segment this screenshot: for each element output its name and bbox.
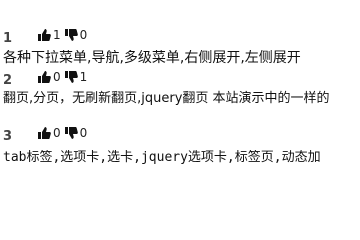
- item-index: 2: [3, 73, 13, 88]
- dislike-count: 1: [79, 70, 88, 84]
- thumbs-down-icon: [64, 126, 78, 140]
- thumbs-down-icon: [64, 28, 78, 42]
- item-index: 3: [3, 129, 13, 144]
- like-button[interactable]: 0: [37, 126, 64, 140]
- like-count: 0: [53, 70, 61, 84]
- vote-bar: 1 0: [37, 28, 90, 42]
- dislike-count: 0: [79, 126, 88, 140]
- item-index: 1: [3, 31, 13, 46]
- item-title[interactable]: tab标签,选项卡,选卡,jquery选项卡,标签页,动态加: [3, 150, 360, 166]
- thumbs-up-icon: [37, 70, 51, 84]
- dislike-button[interactable]: 0: [64, 126, 91, 140]
- thumbs-up-icon: [37, 28, 51, 42]
- vote-bar: 0 0: [37, 126, 90, 140]
- dislike-button[interactable]: 1: [64, 70, 91, 84]
- like-count: 0: [53, 126, 61, 140]
- thumbs-down-icon: [64, 70, 78, 84]
- dislike-count: 0: [79, 28, 88, 42]
- thumbs-up-icon: [37, 126, 51, 140]
- item-title[interactable]: 翻页,分页，无刷新翻页,jquery翻页 本站演示中的一样的: [3, 92, 360, 106]
- like-button[interactable]: 0: [37, 70, 64, 84]
- like-button[interactable]: 1: [37, 28, 64, 42]
- item-title[interactable]: 各种下拉菜单,导航,多级菜单,右侧展开,左侧展开: [3, 50, 360, 66]
- like-count: 1: [53, 28, 61, 42]
- dislike-button[interactable]: 0: [64, 28, 91, 42]
- vote-bar: 0 1: [37, 70, 90, 84]
